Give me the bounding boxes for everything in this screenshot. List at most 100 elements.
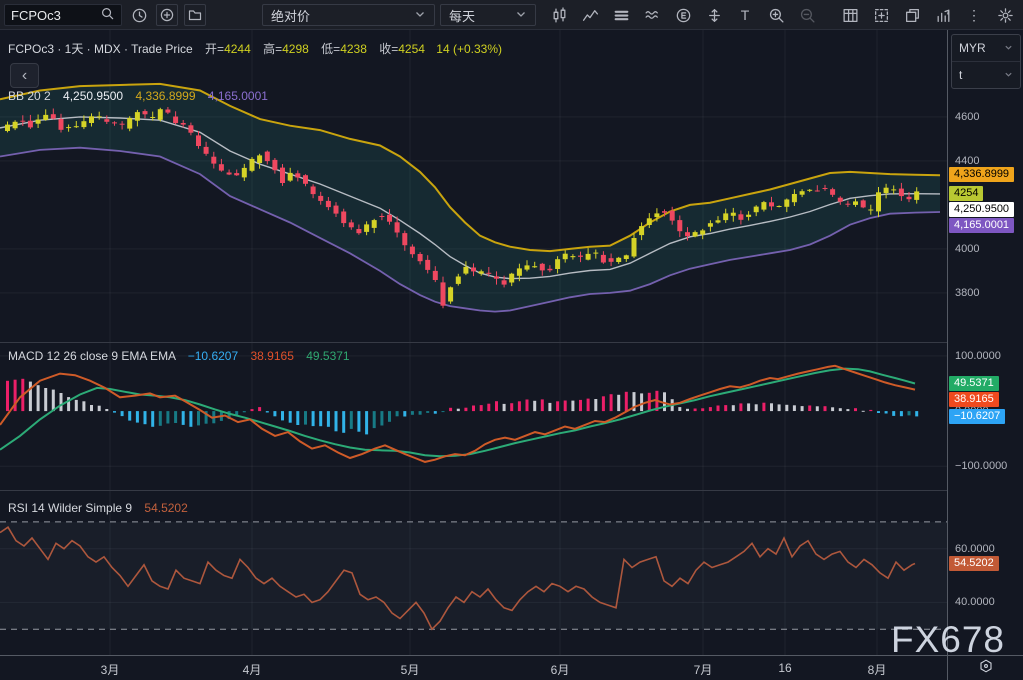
open-layout-button[interactable] [184, 4, 206, 26]
interval-dropdown[interactable]: 每天 [440, 4, 536, 26]
more-button[interactable]: ⋮ [963, 4, 985, 26]
macd-title: MACD 12 26 close 9 EMA EMA [8, 349, 175, 363]
currency-toggle[interactable]: MYR [952, 35, 1020, 61]
templates-icon [613, 7, 630, 24]
price-tick: 40.0000 [955, 595, 995, 609]
price-tick: 4400 [955, 154, 979, 168]
rsi-pane[interactable] [0, 491, 947, 655]
low-value: 4238 [340, 42, 367, 56]
price-axis[interactable]: MYR t 4600 4400 4000 3800 4,336.8999 42544,25… [947, 30, 1023, 655]
copy-button[interactable] [901, 4, 923, 26]
price-label: 4254 [949, 186, 983, 201]
time-label: 3月 [88, 661, 132, 678]
indicators-icon [582, 7, 599, 24]
price-label: −10.6207 [949, 409, 1005, 424]
toolbar-icon-strip: T⋮ [548, 4, 1019, 26]
zoom-out-button[interactable] [796, 4, 818, 26]
bb-lower-value: 4,165.0001 [208, 89, 268, 103]
back-button[interactable]: ‹ [10, 63, 39, 88]
trading-terminal: FCPOc3 绝对价 每天 [0, 0, 1023, 680]
macd-pane[interactable] [0, 343, 947, 490]
copy-icon [904, 7, 921, 24]
time-label: 6月 [538, 661, 582, 678]
publish-icon [935, 7, 952, 24]
publish-button[interactable] [932, 4, 954, 26]
price-label: 4,336.8999 [949, 167, 1014, 182]
clock-icon [131, 7, 148, 24]
price-mode-dropdown[interactable]: 绝对价 [262, 4, 435, 26]
add-symbol-button[interactable] [156, 4, 178, 26]
snapshot-icon [873, 7, 890, 24]
text-icon: T [741, 8, 750, 22]
price-mode-value: 绝对价 [271, 6, 310, 25]
hexagon-settings-icon[interactable] [979, 659, 993, 678]
bb-indicator-legend[interactable]: BB 20 2 4,250.9500 4,336.8999 4,165.0001 [8, 89, 268, 103]
candles-icon [551, 7, 568, 24]
folder-icon [187, 7, 203, 23]
close-label: 收= [379, 42, 398, 56]
symbol-search-input[interactable]: FCPOc3 [4, 4, 122, 26]
main-series-legend[interactable]: FCPOc3 · 1天 · MDX · Trade Price 开=4244 高… [8, 40, 502, 57]
top-toolbar: FCPOc3 绝对价 每天 [0, 0, 1023, 30]
price-tick: 3800 [955, 286, 979, 300]
unit-value: t [959, 68, 962, 82]
change-value: 14 (+0.33%) [436, 42, 502, 56]
chevron-down-icon [414, 8, 426, 23]
macd-hist-value: −10.6207 [188, 349, 238, 363]
snapshot-button[interactable] [870, 4, 892, 26]
events-icon [675, 7, 692, 24]
price-label: 4,250.9500 [949, 202, 1014, 217]
unit-toggle[interactable]: t [952, 61, 1020, 88]
events-button[interactable] [672, 4, 694, 26]
price-label: 4,165.0001 [949, 218, 1014, 233]
pane-separator[interactable] [0, 490, 1023, 491]
time-label: 8月 [855, 661, 899, 678]
indicators-button[interactable] [579, 4, 601, 26]
time-axis[interactable]: 3月4月5月6月7月168月 [0, 655, 1023, 680]
price-label: 49.5371 [949, 376, 999, 391]
table-icon [842, 7, 859, 24]
compare-button[interactable] [641, 4, 663, 26]
time-label: 5月 [388, 661, 432, 678]
table-button[interactable] [839, 4, 861, 26]
macd-line-value: 38.9165 [250, 349, 293, 363]
price-tick: 60.0000 [955, 542, 995, 556]
candles-button[interactable] [548, 4, 570, 26]
axis-corner [947, 656, 1023, 680]
axis-unit-widget: MYR t [951, 34, 1021, 89]
templates-button[interactable] [610, 4, 632, 26]
rsi-indicator-legend[interactable]: RSI 14 Wilder Simple 9 54.5202 [8, 501, 188, 515]
text-button[interactable]: T [734, 4, 756, 26]
rsi-value: 54.5202 [144, 501, 187, 515]
high-label: 高= [263, 42, 282, 56]
zoom-out-icon [799, 7, 816, 24]
time-label: 4月 [230, 661, 274, 678]
recent-history-button[interactable] [128, 4, 150, 26]
measure-button[interactable] [703, 4, 725, 26]
interval-value: 每天 [449, 6, 475, 25]
chevron-down-icon [515, 8, 527, 23]
zoom-in-button[interactable] [765, 4, 787, 26]
chevron-down-icon [1004, 41, 1013, 55]
currency-value: MYR [959, 41, 986, 55]
measure-icon [706, 7, 723, 24]
price-pane[interactable] [0, 30, 947, 342]
price-tick: 4000 [955, 242, 979, 256]
chevron-down-icon [1004, 68, 1013, 82]
series-title: FCPOc3 · 1天 · MDX · Trade Price [8, 42, 193, 56]
price-tick: 4600 [955, 110, 979, 124]
plus-circle-icon [159, 7, 175, 23]
price-label: 54.5202 [949, 556, 999, 571]
time-label: 16 [763, 661, 807, 675]
price-tick: −100.0000 [955, 459, 1007, 473]
more-icon: ⋮ [967, 8, 981, 22]
bb-basis-value: 4,250.9500 [63, 89, 123, 103]
search-icon [100, 6, 115, 24]
settings-icon [997, 7, 1014, 24]
compare-icon [644, 7, 661, 24]
symbol-text: FCPOc3 [11, 8, 61, 23]
settings-button[interactable] [994, 4, 1016, 26]
macd-indicator-legend[interactable]: MACD 12 26 close 9 EMA EMA −10.6207 38.9… [8, 349, 350, 363]
macd-signal-value: 49.5371 [306, 349, 349, 363]
pane-separator[interactable] [0, 342, 1023, 343]
